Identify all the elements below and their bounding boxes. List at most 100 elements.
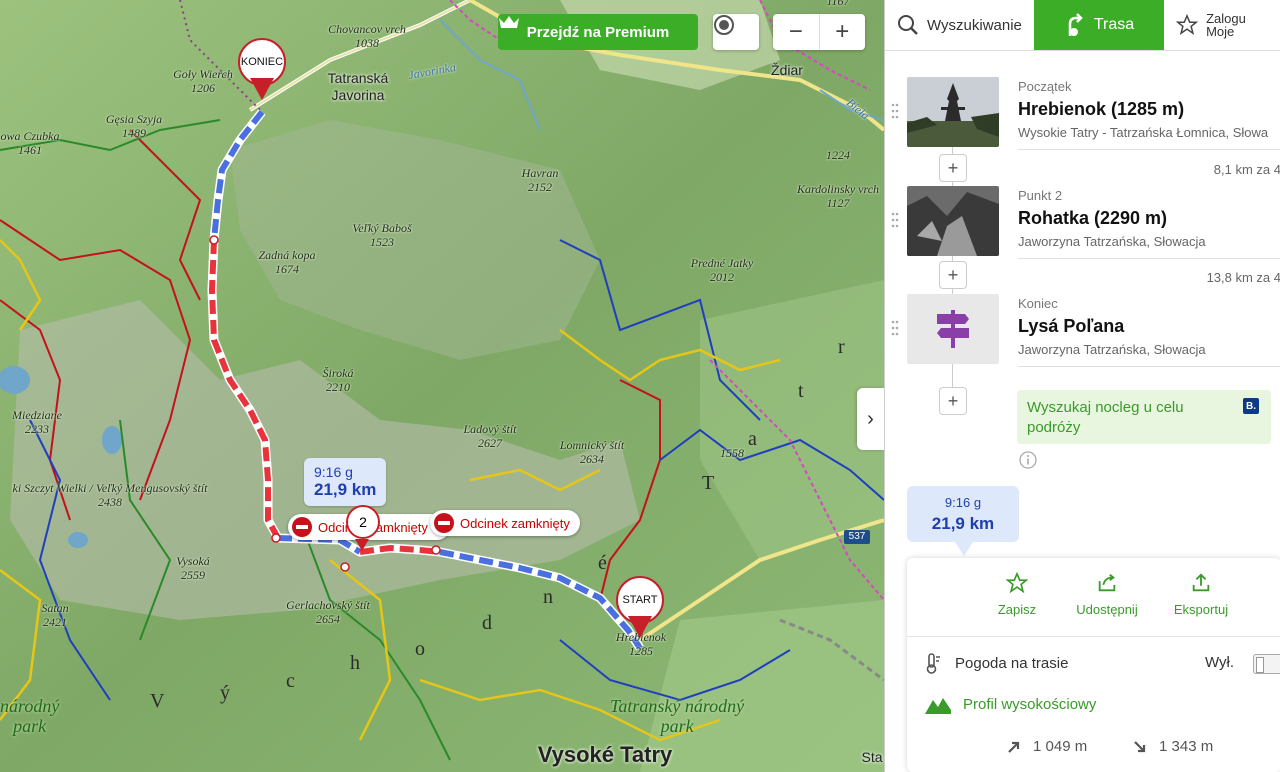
waypoint-name: Hrebienok (1285 m) — [1018, 99, 1185, 119]
peak-label: ki Szczyt Wielki / Veľký Mengusovský ští… — [12, 481, 208, 509]
add-waypoint-button[interactable]: + — [939, 154, 967, 182]
waypoint-row-2[interactable]: Punkt 2 Rohatka (2290 m) Jaworzyna Tatrz… — [885, 186, 1280, 259]
info-icon[interactable] — [1019, 451, 1037, 469]
waypoint-label: Koniec — [1018, 296, 1058, 311]
mountain-icon — [925, 698, 951, 714]
region-letter: V — [150, 690, 165, 712]
peak-label: 1558 — [720, 446, 744, 460]
summary-time: 9:16 g — [944, 495, 982, 510]
target-icon — [714, 15, 734, 35]
peak-label: Gęsia Szyja 1489 — [105, 112, 163, 140]
search-icon — [898, 15, 918, 35]
export-button[interactable]: Eksportuj — [1161, 572, 1241, 617]
waypoint-row-end[interactable]: Koniec Lysá Poľana Jaworzyna Tatrzańska,… — [885, 294, 1280, 367]
add-waypoint-button[interactable]: + — [939, 261, 967, 289]
segment-info: 8,1 km za 4 — [1213, 162, 1280, 177]
ascent-info: 1 049 m — [1007, 738, 1087, 755]
premium-button[interactable]: Przejdź na Premium — [498, 14, 698, 50]
peak-label: Lomnický štít 2634 — [559, 438, 625, 466]
peak-label: Široká 2210 — [322, 366, 354, 394]
summary-tip — [955, 542, 973, 556]
waypoint-label: Początek — [1018, 79, 1072, 94]
signpost-icon — [937, 310, 969, 348]
waypoint-marker[interactable]: 2 — [346, 505, 380, 539]
drag-handle-icon[interactable] — [891, 320, 899, 336]
waypoint-photo — [907, 294, 999, 364]
region-letter: T — [702, 472, 715, 494]
descent-value: 1 343 m — [1159, 738, 1214, 755]
region-letter: é — [598, 552, 607, 574]
export-label: Eksportuj — [1173, 602, 1229, 617]
locate-button[interactable] — [713, 14, 759, 50]
peak-label: Vysoká 2559 — [176, 554, 210, 582]
tab-search[interactable]: Wyszukiwanie — [885, 0, 1034, 50]
segment-info: 13,8 km za 4 — [1206, 270, 1280, 285]
waypoint-label: Punkt 2 — [1018, 188, 1063, 203]
tab-my-label: Zalogu Moje — [1206, 11, 1246, 39]
tab-route[interactable]: Trasa — [1033, 0, 1165, 50]
waypoint-location: Wysokie Tatry - Tatrzańska Łomnica, Słow… — [1018, 125, 1269, 140]
weather-label: Pogoda na trasie — [955, 654, 1069, 672]
region-letter: ý — [220, 682, 230, 704]
peak-label: Chovancov vrch 1038 — [328, 22, 406, 50]
waypoint-name: Rohatka (2290 m) — [1018, 208, 1168, 228]
route-panel: Wyszukiwanie Trasa Zalogu Moje Początek … — [884, 0, 1280, 772]
add-waypoint-button[interactable]: + — [939, 387, 967, 415]
premium-label: Przejdź na Premium — [526, 23, 670, 41]
region-letter: a — [748, 428, 757, 450]
descent-info: 1 343 m — [1133, 738, 1213, 755]
route-time: 9:16 g — [314, 464, 353, 480]
peak-label: Predné Jatky 2012 — [690, 256, 754, 284]
region-letter: r — [838, 336, 845, 358]
peak-label: Ľadový štít 2627 — [463, 422, 517, 450]
waypoint-location: Jaworzyna Tatrzańska, Słowacja — [1018, 234, 1206, 249]
route-summary-bubble[interactable]: 9:16 g 21,9 km — [304, 458, 387, 506]
panel-tabs: Wyszukiwanie Trasa Zalogu Moje — [885, 0, 1280, 51]
weather-toggle[interactable] — [1253, 654, 1280, 674]
tab-search-label: Wyszukiwanie — [927, 16, 1022, 34]
save-button[interactable]: Zapisz — [977, 572, 1057, 617]
start-pin[interactable]: START — [616, 576, 664, 638]
ascent-value: 1 049 m — [1033, 738, 1088, 755]
thermometer-icon — [926, 653, 940, 674]
share-icon — [1098, 574, 1116, 592]
share-button[interactable]: Udostępnij — [1067, 572, 1147, 617]
weather-row[interactable]: Pogoda na trasie — [925, 652, 1068, 674]
collapse-panel-button[interactable]: › — [857, 388, 884, 450]
closed-section-text: Odcinek zamknięty — [460, 515, 570, 531]
star-icon — [1006, 572, 1028, 594]
region-letter: c — [286, 670, 295, 692]
end-pin[interactable]: KONIEC — [238, 38, 286, 100]
closed-section-label[interactable]: Odcinek zamknięty — [430, 510, 580, 536]
tab-my[interactable]: Zalogu Moje — [1164, 0, 1280, 50]
peak-label: Goły Wierch 1206 — [173, 67, 233, 95]
place-label-javorina: Tatranská Javorina — [327, 70, 389, 103]
tab-route-label: Trasa — [1093, 16, 1135, 33]
region-letter: o — [415, 638, 425, 660]
zoom-controls: − + — [773, 14, 865, 50]
map-canvas[interactable]: Chovancov vrch 1038 Goły Wierch 1206 Gęsia… — [0, 0, 884, 772]
place-label-vysoke-tatry: Vysoké Tatry — [537, 742, 673, 767]
waypoint-photo — [907, 77, 999, 147]
arrow-up-right-icon — [1008, 741, 1020, 753]
place-label-zdiar: Ždiar — [771, 62, 803, 78]
drag-handle-icon[interactable] — [891, 103, 899, 119]
zoom-out-button[interactable]: − — [773, 14, 820, 50]
route-summary[interactable]: 9:16 g 21,9 km — [907, 486, 1019, 542]
export-icon — [1192, 573, 1210, 592]
drag-handle-icon[interactable] — [891, 212, 899, 228]
region-letter: d — [482, 612, 492, 634]
region-letter: n — [543, 586, 553, 608]
booking-banner[interactable]: Wyszukaj nocleg u celu podróży B. — [1017, 390, 1271, 444]
elevation-profile-label: Profil wysokościowy — [963, 695, 1097, 713]
park-label: Tatranský národný park — [610, 696, 745, 736]
route-icon — [1068, 13, 1083, 36]
waypoint-row-start[interactable]: Początek Hrebienok (1285 m) Wysokie Tatr… — [885, 77, 1280, 150]
peak-label: Veľký Baboš 1523 — [352, 221, 412, 249]
zoom-in-button[interactable]: + — [820, 14, 866, 50]
waypoint-location: Jaworzyna Tatrzańska, Słowacja — [1018, 342, 1206, 357]
booking-text: Wyszukaj nocleg u celu podróży — [1027, 399, 1184, 436]
elevation-profile-row[interactable]: Profil wysokościowy — [925, 694, 1096, 714]
peak-label: Havran 2152 — [521, 166, 559, 194]
weather-toggle-label: Wył. — [1205, 654, 1235, 671]
